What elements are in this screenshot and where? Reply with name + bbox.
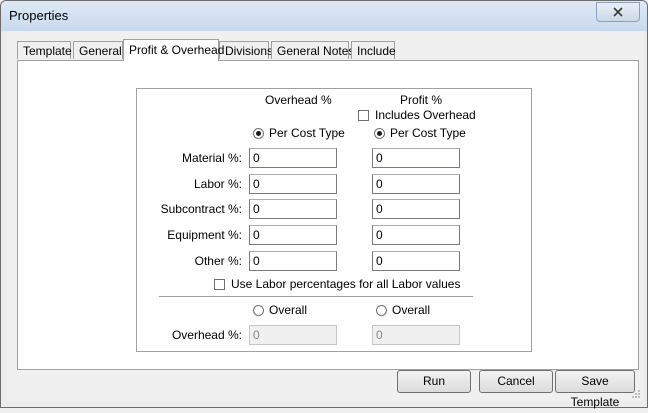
close-icon: [613, 7, 623, 17]
profit-overall-radio[interactable]: [376, 305, 387, 316]
subcontract-profit-input[interactable]: 0: [372, 199, 460, 219]
resize-grip-icon[interactable]: [631, 389, 641, 399]
window-title: Properties: [9, 8, 69, 23]
other-profit-input[interactable]: 0: [372, 251, 460, 271]
cancel-button[interactable]: Cancel: [479, 370, 553, 393]
properties-dialog: Properties Template General Profit & Ove…: [0, 0, 648, 409]
profit-overall-label: Overall: [392, 303, 431, 317]
other-label: Other %:: [194, 254, 242, 268]
profit-per-cost-type-label: Per Cost Type: [390, 126, 466, 140]
subcontract-label: Subcontract %:: [160, 202, 242, 216]
overhead-overall-label: Overall: [269, 303, 308, 317]
includes-overhead-checkbox[interactable]: [358, 110, 369, 121]
labor-label: Labor %:: [193, 177, 242, 191]
overhead-per-cost-type-label: Per Cost Type: [269, 126, 345, 140]
use-labor-percentages-label: Use Labor percentages for all Labor valu…: [231, 277, 461, 291]
tab-template[interactable]: Template: [17, 41, 72, 59]
material-profit-input[interactable]: 0: [372, 148, 460, 168]
profit-per-cost-type-radio[interactable]: [374, 128, 385, 139]
other-overhead-input[interactable]: 0: [249, 251, 337, 271]
equipment-label: Equipment %:: [167, 228, 242, 242]
subcontract-overhead-input[interactable]: 0: [249, 199, 337, 219]
overall-overhead-input[interactable]: 0: [249, 325, 337, 345]
tab-profit-overhead[interactable]: Profit & Overhead: [123, 39, 224, 61]
separator: [159, 296, 473, 298]
tab-include[interactable]: Include: [351, 41, 396, 59]
overall-profit-input[interactable]: 0: [372, 325, 460, 345]
save-template-button[interactable]: Save Template: [555, 370, 635, 409]
overhead-overall-radio[interactable]: [253, 305, 264, 316]
tab-general[interactable]: General: [73, 41, 123, 59]
run-button[interactable]: Run: [397, 370, 471, 393]
material-label: Material %:: [181, 151, 242, 165]
overall-overhead-label: Overhead %:: [171, 328, 242, 342]
equipment-profit-input[interactable]: 0: [372, 225, 460, 245]
use-labor-percentages-checkbox[interactable]: [214, 279, 225, 290]
title-bar: Properties: [1, 1, 647, 31]
overhead-per-cost-type-radio[interactable]: [253, 128, 264, 139]
profit-overhead-group: Overhead % Profit % Includes Overhead Pe…: [136, 88, 532, 352]
tab-divisions[interactable]: Divisions: [219, 41, 273, 59]
dialog-client: Template General Profit & Overhead Divis…: [7, 31, 643, 409]
labor-profit-input[interactable]: 0: [372, 174, 460, 194]
includes-overhead-label: Includes Overhead: [375, 108, 476, 122]
labor-overhead-input[interactable]: 0: [249, 174, 337, 194]
close-button[interactable]: [596, 2, 640, 22]
overhead-header: Overhead %: [265, 93, 332, 107]
equipment-overhead-input[interactable]: 0: [249, 225, 337, 245]
profit-header: Profit %: [400, 93, 443, 107]
tab-panel-profit-overhead: Overhead % Profit % Includes Overhead Pe…: [17, 60, 639, 370]
tab-general-notes[interactable]: General Notes: [271, 41, 354, 59]
material-overhead-input[interactable]: 0: [249, 148, 337, 168]
